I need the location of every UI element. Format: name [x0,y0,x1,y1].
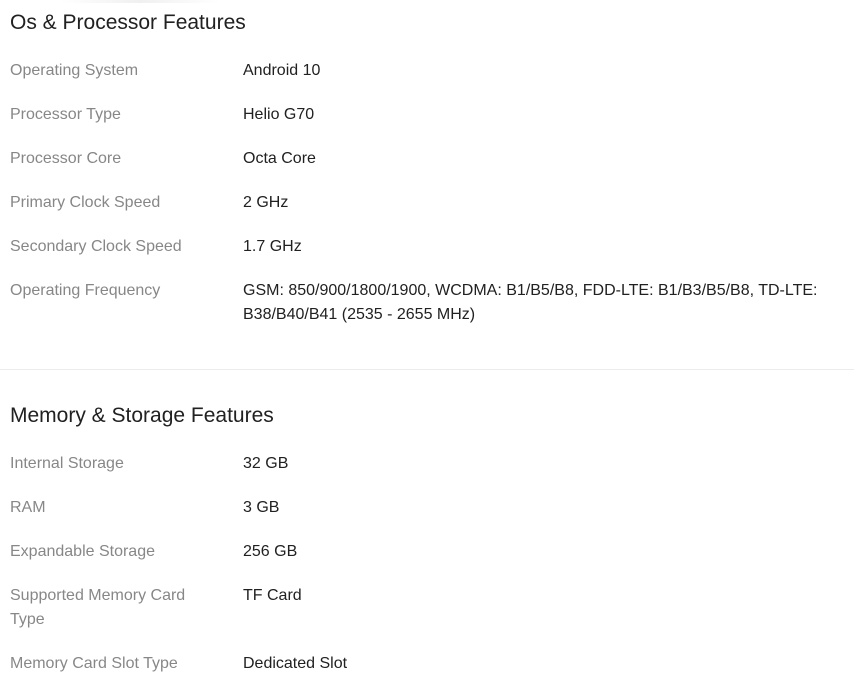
spec-value: 256 GB [243,543,298,560]
spec-value: Dedicated Slot [243,655,348,672]
section-divider [0,369,854,370]
spec-value: TF Card [243,587,302,604]
spec-value: 2 GHz [243,194,289,211]
spec-label: Primary Clock Speed [10,194,161,211]
spec-value: 32 GB [243,455,289,472]
spec-value: Helio G70 [243,106,315,123]
spec-value: Octa Core [243,150,316,167]
spec-label: Internal Storage [10,455,124,472]
spec-value: 1.7 GHz [243,238,302,255]
spec-label: Operating Frequency [10,282,161,299]
spec-value: 3 GB [243,499,280,516]
spec-label: Supported Memory Card Type [10,587,186,628]
top-shadow [60,0,220,3]
spec-label: Operating System [10,62,139,79]
spec-label: Memory Card Slot Type [10,655,178,672]
section-title-os-processor: Os & Processor Features [10,11,246,34]
spec-label: Processor Core [10,150,122,167]
section-title-memory-storage: Memory & Storage Features [10,404,274,427]
spec-label: Expandable Storage [10,543,155,560]
spec-label: Secondary Clock Speed [10,238,182,255]
spec-value: GSM: 850/900/1800/1900, WCDMA: B1/B5/B8,… [243,282,818,323]
spec-value: Android 10 [243,62,321,79]
spec-label: RAM [10,499,46,516]
spec-label: Processor Type [10,106,121,123]
